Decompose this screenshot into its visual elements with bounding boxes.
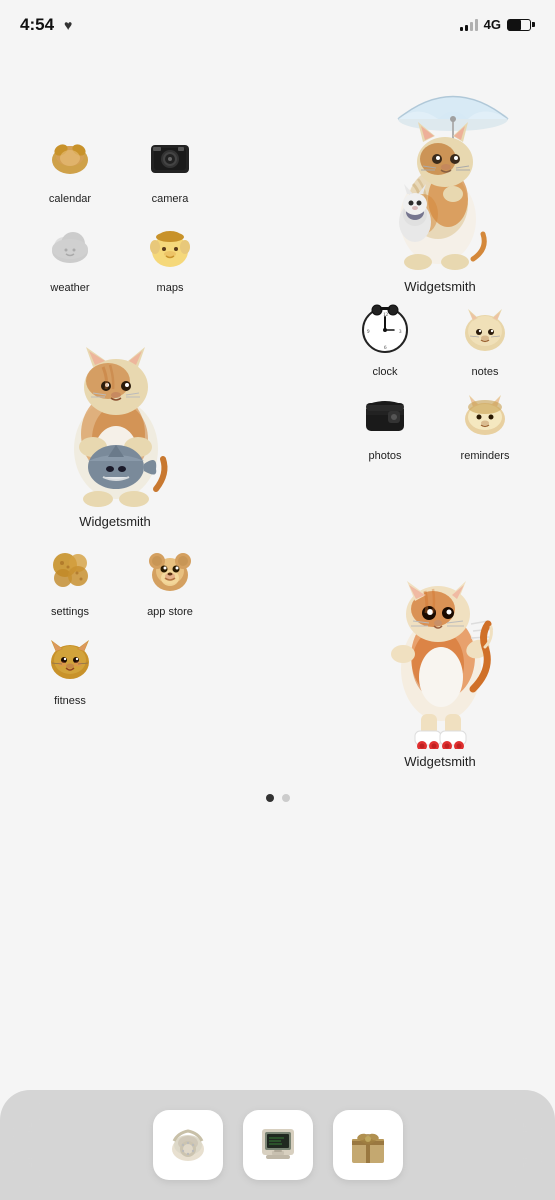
reminders-icon bbox=[454, 383, 516, 445]
fitness-label: fitness bbox=[54, 695, 86, 707]
app-icon-settings[interactable]: settings bbox=[30, 539, 110, 618]
app-icon-notes[interactable]: notes bbox=[445, 299, 525, 378]
section-2: Widgetsmith 12 3 6 9 bbox=[30, 294, 525, 534]
page-dot-2[interactable] bbox=[282, 794, 290, 802]
weather-icon bbox=[39, 215, 101, 277]
settings-icon bbox=[39, 539, 101, 601]
app-row-1: calendar bbox=[30, 126, 210, 205]
dock-icon-computer[interactable] bbox=[243, 1110, 313, 1180]
dock bbox=[0, 1090, 555, 1200]
notes-label: notes bbox=[472, 366, 499, 378]
main-content: calendar bbox=[0, 44, 555, 774]
app-row-settings-appstore: settings bbox=[30, 539, 210, 618]
app-row-clock-notes: 12 3 6 9 bbox=[345, 299, 525, 378]
calendar-icon bbox=[39, 126, 101, 188]
page-dots bbox=[0, 794, 555, 802]
status-bar: 4:54 ♥ 4G bbox=[0, 0, 555, 44]
widgetsmith2-label: Widgetsmith bbox=[79, 514, 151, 529]
app-icon-clock[interactable]: 12 3 6 9 bbox=[345, 299, 425, 378]
section3-left-apps: settings bbox=[30, 539, 210, 707]
fitness-icon bbox=[39, 628, 101, 690]
battery-icon bbox=[507, 19, 535, 31]
cat-shark-image bbox=[38, 299, 193, 509]
widgetsmith-1[interactable]: Widgetsmith bbox=[355, 64, 525, 294]
app-icon-reminders[interactable]: reminders bbox=[445, 383, 525, 462]
app-row-fitness: fitness bbox=[30, 628, 210, 707]
section2-right-apps: 12 3 6 9 bbox=[345, 299, 525, 462]
reminders-label: reminders bbox=[461, 450, 510, 462]
clock-icon: 12 3 6 9 bbox=[354, 299, 416, 361]
heart-icon: ♥ bbox=[64, 17, 72, 33]
app-row-photos-reminders: photos bbox=[345, 383, 525, 462]
app-icon-appstore[interactable]: app store bbox=[130, 539, 210, 618]
app-icon-photos[interactable]: photos bbox=[345, 383, 425, 462]
maps-icon bbox=[139, 215, 201, 277]
camera-icon bbox=[139, 126, 201, 188]
clock-label: clock bbox=[372, 366, 397, 378]
appstore-icon bbox=[139, 539, 201, 601]
section-3: settings bbox=[30, 534, 525, 774]
section1-left: calendar bbox=[30, 126, 210, 294]
network-type: 4G bbox=[484, 17, 501, 32]
appstore-label: app store bbox=[147, 606, 193, 618]
photos-icon bbox=[354, 383, 416, 445]
app-icon-calendar[interactable]: calendar bbox=[30, 126, 110, 205]
widgetsmith3-label: Widgetsmith bbox=[404, 754, 476, 769]
app-icon-camera[interactable]: camera bbox=[130, 126, 210, 205]
status-time: 4:54 bbox=[20, 15, 54, 35]
app-icon-fitness[interactable]: fitness bbox=[30, 628, 110, 707]
settings-label: settings bbox=[51, 606, 89, 618]
maps-label: maps bbox=[157, 282, 184, 294]
dock-icon-gifts[interactable] bbox=[333, 1110, 403, 1180]
widgetsmith-2[interactable]: Widgetsmith bbox=[30, 299, 200, 529]
app-row-2: weather bbox=[30, 215, 210, 294]
app-icon-maps[interactable]: maps bbox=[130, 215, 210, 294]
cat-skates-image bbox=[363, 539, 518, 749]
camera-label: camera bbox=[152, 193, 189, 205]
widgetsmith1-label: Widgetsmith bbox=[404, 279, 476, 294]
page-dot-1[interactable] bbox=[266, 794, 274, 802]
signal-icon bbox=[460, 19, 478, 31]
calendar-label: calendar bbox=[49, 193, 91, 205]
weather-label: weather bbox=[50, 282, 89, 294]
section-1: calendar bbox=[30, 54, 525, 294]
status-right: 4G bbox=[460, 17, 535, 32]
widgetsmith-3[interactable]: Widgetsmith bbox=[355, 539, 525, 769]
dock-icon-phone[interactable] bbox=[153, 1110, 223, 1180]
photos-label: photos bbox=[368, 450, 401, 462]
app-icon-weather[interactable]: weather bbox=[30, 215, 110, 294]
notes-icon bbox=[454, 299, 516, 361]
cat-umbrella-image bbox=[363, 64, 518, 274]
